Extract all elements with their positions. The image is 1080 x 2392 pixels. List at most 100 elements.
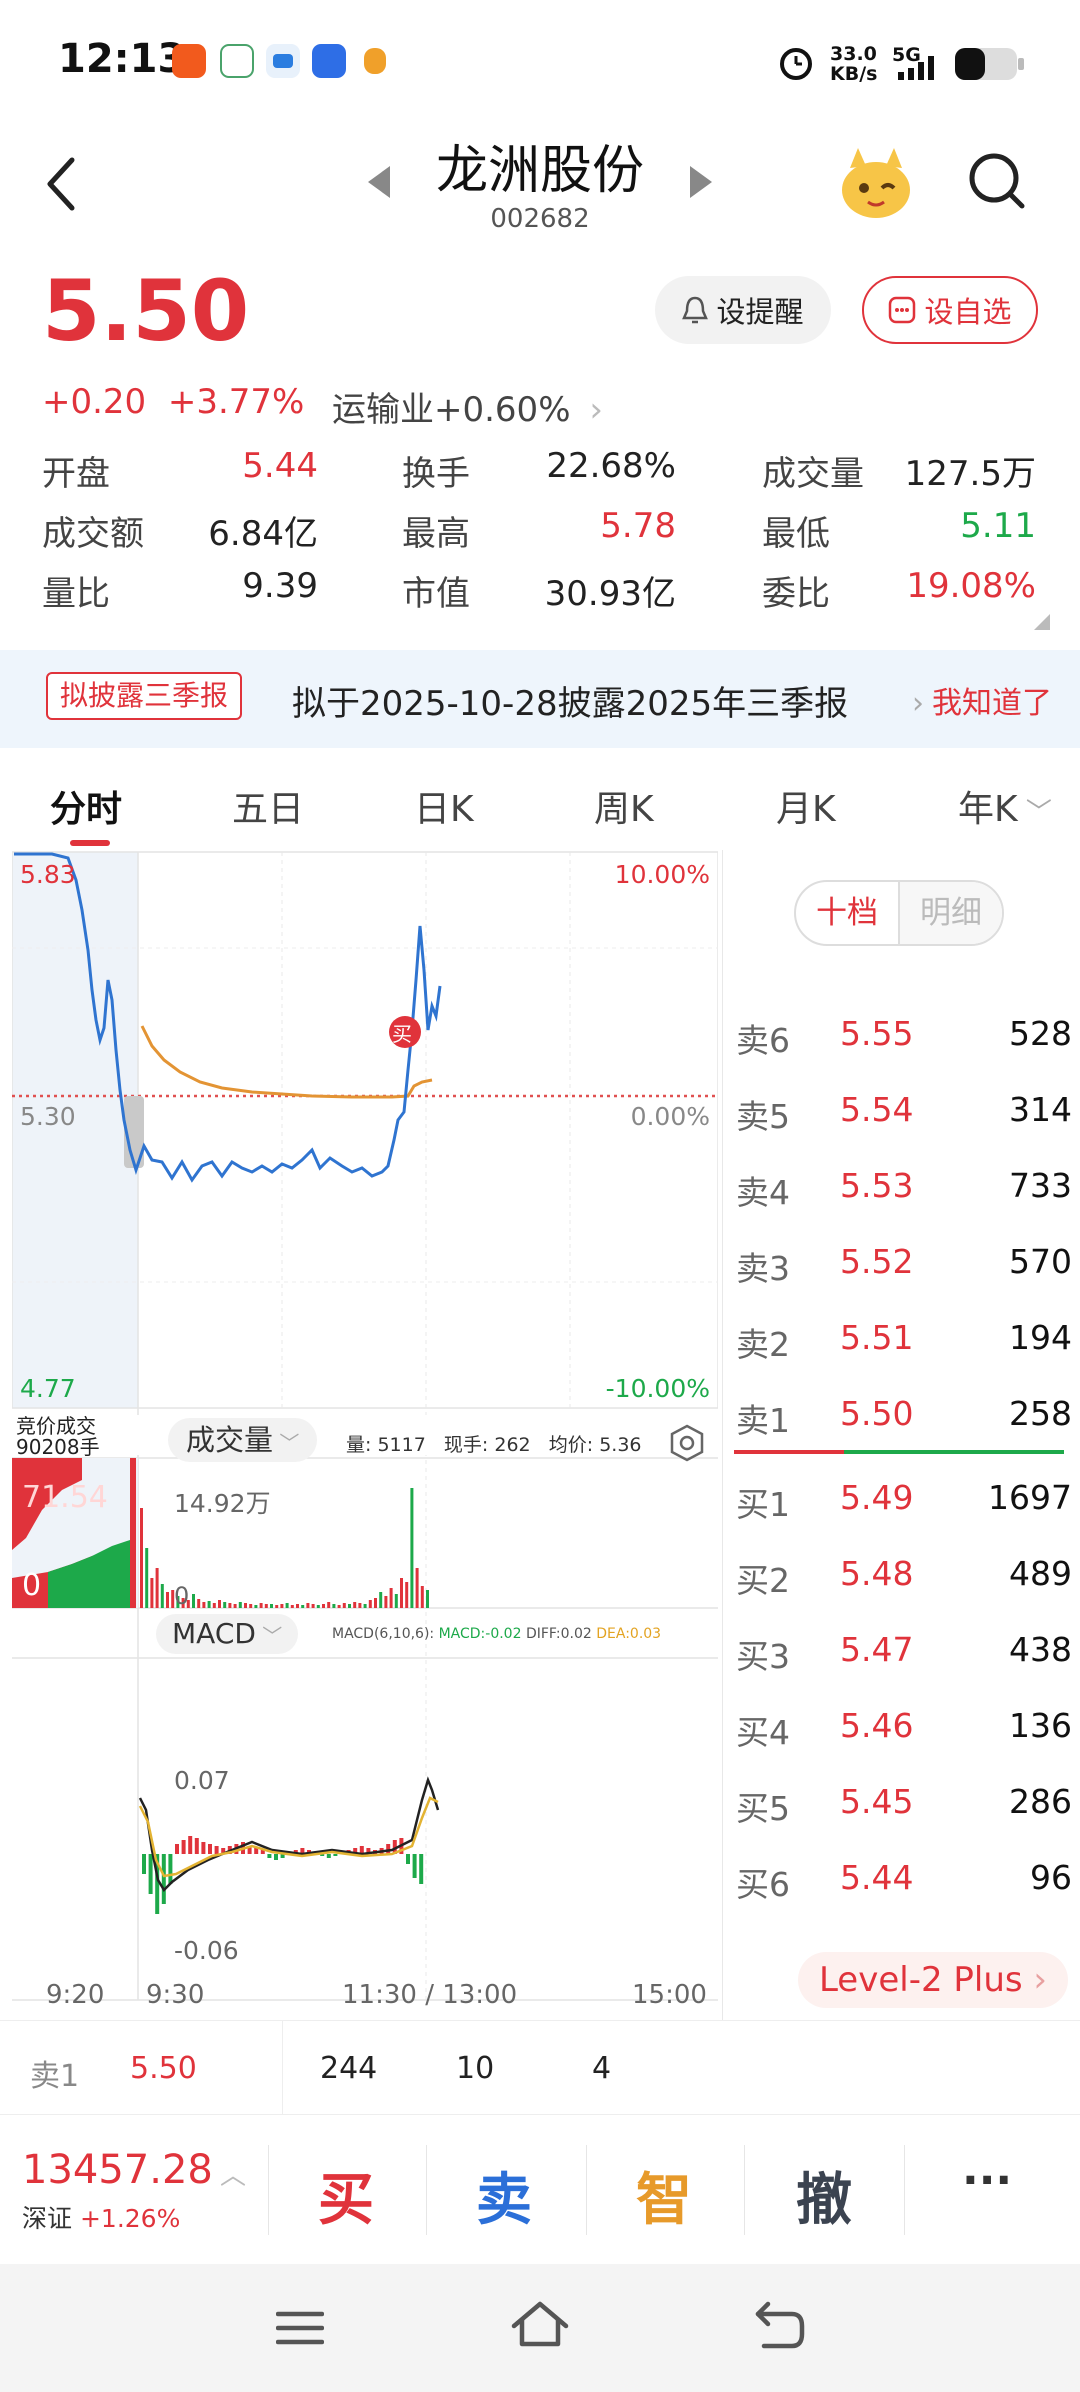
back-nav-icon[interactable] — [754, 2300, 806, 2350]
sell-button[interactable]: 卖 — [476, 2155, 532, 2236]
stat-value: 22.68% — [546, 446, 676, 486]
sector-link[interactable]: 运输业+0.60% › — [332, 382, 603, 431]
smart-order-button[interactable]: 智 — [636, 2155, 692, 2236]
notice-dismiss-button[interactable]: › 我知道了 — [912, 678, 1052, 722]
notice-text: 拟于2025-10-28披露2025年三季报 — [292, 684, 849, 724]
bid-level-row[interactable]: 买6 5.44 96 — [736, 1858, 1072, 1908]
tab-weekly-k[interactable]: 周K — [594, 780, 654, 832]
ask-level-row[interactable]: 卖2 5.51 194 — [736, 1318, 1072, 1368]
tab-intraday[interactable]: 分时 — [50, 780, 122, 832]
stat-label: 委比 — [762, 574, 830, 614]
stat-value: 5.11 — [960, 506, 1036, 546]
current-price: 5.50 — [42, 262, 250, 360]
macd-bar — [208, 1844, 212, 1854]
level-volume: 258 — [1009, 1394, 1072, 1433]
stat-label: 开盘 — [42, 454, 110, 494]
level-price: 5.51 — [840, 1318, 914, 1357]
bid-level-row[interactable]: 买3 5.47 438 — [736, 1630, 1072, 1680]
pct-axis-bottom: -10.00% — [605, 1374, 710, 1403]
home-icon[interactable] — [510, 2300, 570, 2350]
tab-five-day[interactable]: 五日 — [232, 780, 304, 832]
ask-level-row[interactable]: 卖3 5.52 570 — [736, 1242, 1072, 1292]
index-ticker[interactable]: 13457.28 深证 +1.26% — [22, 2147, 213, 2235]
set-alert-button[interactable]: 设提醒 — [655, 276, 831, 344]
volume-bar — [166, 1592, 169, 1608]
macd-indicator-button[interactable]: MACD ﹀ — [156, 1614, 299, 1654]
level-price: 5.53 — [840, 1166, 914, 1205]
volume-bar — [223, 1602, 227, 1608]
stat-value: 19.08% — [906, 566, 1036, 606]
ask-level-row[interactable]: 卖6 5.55 528 — [736, 1014, 1072, 1064]
status-time: 12:13 — [58, 36, 186, 82]
volume-bar — [363, 1604, 367, 1608]
search-icon[interactable] — [966, 150, 1028, 212]
add-favorite-label: 设自选 — [924, 295, 1012, 329]
tick-value-b: 10 — [456, 2051, 495, 2086]
macd-bar — [188, 1836, 193, 1854]
bid-level-row[interactable]: 买4 5.46 136 — [736, 1706, 1072, 1756]
level-price: 5.48 — [840, 1554, 914, 1593]
cancel-order-button[interactable]: 撤 — [796, 2155, 852, 2236]
volume-bar — [322, 1604, 325, 1608]
volume-max-label: 14.92万 — [174, 1489, 271, 1518]
ask-level-row[interactable]: 卖1 5.50 258 — [736, 1394, 1072, 1444]
chevron-down-icon: ﹀ — [273, 1431, 300, 1455]
level-volume: 136 — [1009, 1706, 1072, 1745]
feishu-icon — [172, 44, 206, 78]
buy-button[interactable]: 买 — [318, 2155, 374, 2236]
volume-bar — [212, 1603, 216, 1608]
expand-corner-icon[interactable] — [1034, 614, 1050, 630]
tab-ten-levels[interactable]: 十档 — [796, 882, 900, 944]
volume-bar — [384, 1596, 388, 1608]
stat-item: 开盘 5.44 — [42, 446, 318, 494]
bid-level-row[interactable]: 买5 5.45 286 — [736, 1782, 1072, 1832]
mascot-icon[interactable] — [836, 144, 916, 224]
level-label: 买5 — [736, 1789, 790, 1828]
level-volume: 489 — [1009, 1554, 1072, 1593]
set-alert-label: 设提醒 — [716, 295, 804, 329]
more-button[interactable]: ··· — [962, 2155, 1012, 2206]
menu-icon[interactable] — [276, 2308, 324, 2348]
level2-plus-button[interactable]: Level-2 Plus › — [798, 1952, 1068, 2008]
volume-indicator-button[interactable]: 成交量 ﹀ — [168, 1418, 318, 1462]
volume-bar — [238, 1602, 242, 1608]
tiger-icon — [358, 44, 392, 78]
stat-item: 换手 22.68% — [402, 446, 676, 494]
intraday-chart[interactable]: 5.83 5.30 4.77 10.00% 0.00% -10.00% 买 竞价… — [12, 850, 718, 2020]
tab-monthly-k[interactable]: 月K — [776, 780, 836, 832]
tab-daily-k[interactable]: 日K — [414, 780, 474, 832]
level-volume: 570 — [1009, 1242, 1072, 1281]
ask-level-row[interactable]: 卖5 5.54 314 — [736, 1090, 1072, 1140]
volume-bar — [405, 1582, 409, 1608]
network-speed: 33.0 KB/s — [830, 43, 878, 85]
next-stock-icon[interactable] — [690, 166, 712, 198]
macd-bar — [267, 1854, 272, 1858]
volume-bar — [228, 1603, 232, 1608]
level-price: 5.47 — [840, 1630, 914, 1669]
stat-value: 5.44 — [242, 446, 318, 486]
volume-bar — [192, 1594, 195, 1608]
add-favorite-button[interactable]: 设自选 — [862, 276, 1038, 344]
bid-level-row[interactable]: 买2 5.48 489 — [736, 1554, 1072, 1604]
stock-name: 龙洲股份 — [435, 141, 644, 201]
alarm-icon — [780, 48, 812, 80]
y-axis-mid: 5.30 — [20, 1102, 76, 1131]
ask-level-row[interactable]: 卖4 5.53 733 — [736, 1166, 1072, 1216]
level-volume: 194 — [1009, 1318, 1072, 1357]
volume-bar — [155, 1568, 159, 1608]
bid-level-row[interactable]: 买1 5.49 1697 — [736, 1478, 1072, 1528]
time-label-premarket: 9:20 — [46, 1980, 105, 2010]
tick-label: 卖1 — [30, 2059, 80, 2094]
volume-info: 量: 5117 现手: 262 均价: 5.36 — [346, 1434, 642, 1456]
level-price: 5.49 — [840, 1478, 914, 1517]
macd-bar — [168, 1854, 173, 1884]
tab-details[interactable]: 明细 — [900, 882, 1002, 944]
volume-bar — [280, 1604, 284, 1608]
disclosure-notice[interactable]: 拟披露三季报 拟于2025-10-28披露2025年三季报 › 我知道了 — [0, 650, 1080, 748]
premarket-vol-min: 0 — [22, 1568, 42, 1603]
time-label-close: 15:00 — [632, 1980, 707, 2010]
macd-bar — [201, 1842, 206, 1854]
settings-hex-icon[interactable] — [668, 1424, 706, 1462]
tab-yearly-k[interactable]: 年K ﹀ — [958, 780, 1052, 832]
volume-bar — [332, 1604, 336, 1608]
